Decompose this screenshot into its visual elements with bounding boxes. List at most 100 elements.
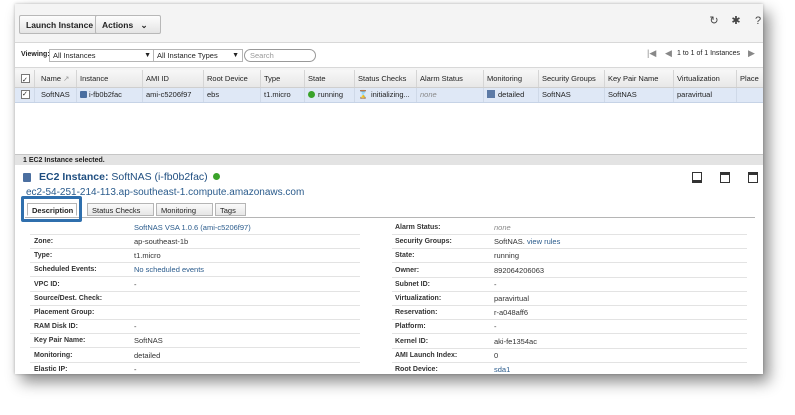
- instances-table: Name ↗ Instance AMI ID Root Device Type …: [15, 70, 763, 154]
- column-header-instance[interactable]: Instance: [77, 70, 143, 87]
- view-rules-link[interactable]: view rules: [527, 235, 560, 249]
- detail-key: Root Device:: [395, 366, 438, 373]
- detail-value: none: [494, 223, 511, 232]
- detail-key: State:: [395, 252, 415, 260]
- column-header-ami-id[interactable]: AMI ID: [143, 70, 204, 87]
- cell-state: running: [305, 88, 355, 102]
- dropdown-arrow-icon: ▼: [232, 52, 239, 59]
- dropdown-arrow-icon: ▼: [144, 52, 151, 59]
- first-page-icon[interactable]: |◀: [647, 48, 656, 59]
- detail-value: -: [494, 279, 497, 289]
- cell-type: t1.micro: [261, 88, 305, 102]
- detail-row: Virtualization: paravirtual: [15, 292, 763, 306]
- maximize-icon[interactable]: [748, 172, 758, 183]
- cell-status-checks: ⌛ initializing...: [355, 88, 417, 102]
- launch-instance-button[interactable]: Launch Instance: [19, 15, 101, 34]
- help-icon[interactable]: ?: [752, 15, 763, 27]
- monitoring-icon: [487, 90, 495, 99]
- detail-key: Alarm Status:: [395, 224, 441, 231]
- dock-bottom-icon[interactable]: [692, 172, 702, 183]
- detail-key: Virtualization:: [395, 295, 442, 302]
- detail-row: Subnet ID: -: [15, 278, 763, 292]
- running-status-icon: [308, 90, 315, 98]
- ec2-console-panel: Launch Instance Actions ⌄ ↻ ✱ ? Viewing:…: [15, 4, 763, 374]
- checkbox[interactable]: [21, 88, 30, 102]
- detail-row: Owner: 892064206063: [15, 264, 763, 278]
- chevron-down-icon: ⌄: [140, 20, 148, 30]
- filter-bar: Viewing: All Instances ▼ All Instance Ty…: [15, 42, 763, 68]
- detail-key: Platform:: [395, 323, 426, 331]
- detail-row: Kernel ID: aki-fe1354ac: [15, 335, 763, 349]
- detail-row: AMI Launch Index: 0: [15, 349, 763, 363]
- instance-icon: [80, 90, 87, 98]
- state-text: running: [318, 90, 344, 99]
- column-header-key-pair-name[interactable]: Key Pair Name: [605, 70, 674, 87]
- detail-value: 0: [494, 350, 499, 360]
- column-header-type[interactable]: Type: [261, 70, 305, 87]
- column-header-name[interactable]: Name ↗: [35, 70, 77, 87]
- detail-key: Kernel ID:: [395, 337, 429, 345]
- detail-key: Owner:: [395, 266, 420, 274]
- prev-page-icon[interactable]: ◀: [665, 48, 672, 59]
- cell-key-pair-name: SoftNAS: [605, 88, 674, 102]
- column-header-monitoring[interactable]: Monitoring: [484, 70, 539, 87]
- table-header: Name ↗ Instance AMI ID Root Device Type …: [15, 70, 763, 88]
- column-label: Name: [41, 74, 62, 83]
- toolbar: Launch Instance Actions ⌄ ↻ ✱ ?: [15, 4, 763, 40]
- column-header-security-groups[interactable]: Security Groups: [539, 70, 605, 87]
- next-page-icon[interactable]: ▶: [748, 48, 755, 59]
- column-header-alarm-status[interactable]: Alarm Status: [417, 70, 484, 87]
- detail-value: paravirtual: [494, 294, 530, 303]
- dock-top-icon[interactable]: [720, 172, 730, 183]
- detail-row: Reservation: r-a048aff6: [15, 306, 763, 321]
- pagination-text: 1 to 1 of 1 Instances: [677, 50, 741, 57]
- detail-row: Alarm Status: none: [15, 221, 763, 235]
- detail-row: Platform: -: [15, 320, 763, 335]
- detail-value: r-a048aff6: [494, 308, 529, 318]
- instance-id: i-fb0b2fac: [89, 90, 122, 99]
- detail-value: 892064206063: [494, 265, 545, 275]
- tab-status-checks[interactable]: Status Checks: [87, 203, 154, 216]
- running-status-icon: [212, 172, 220, 180]
- monitoring-text: detailed: [498, 90, 525, 99]
- row-checkbox-cell[interactable]: [15, 88, 35, 102]
- cell-ami-id: ami-c5206f97: [143, 88, 204, 102]
- detail-key: Reservation:: [395, 309, 438, 317]
- details-title: EC2 Instance: SoftNAS (i-fb0b2fac): [39, 171, 223, 183]
- table-row[interactable]: SoftNAS i-fb0b2fac ami-c5206f97 ebs t1.m…: [15, 88, 763, 103]
- actions-button[interactable]: Actions ⌄: [95, 15, 161, 34]
- cell-alarm-status: none: [417, 88, 484, 102]
- select-all-checkbox[interactable]: [15, 70, 35, 87]
- details-title-prefix: EC2 Instance:: [39, 171, 109, 183]
- search-input[interactable]: Search: [244, 49, 316, 62]
- details-title-name: SoftNAS (i-fb0b2fac): [111, 171, 208, 183]
- column-header-status-checks[interactable]: Status Checks: [355, 70, 417, 87]
- instance-icon: [23, 173, 31, 182]
- column-header-root-device[interactable]: Root Device: [204, 70, 261, 87]
- hourglass-icon: ⌛: [358, 90, 368, 99]
- cell-security-groups: SoftNAS: [539, 88, 605, 102]
- tab-monitoring[interactable]: Monitoring: [156, 203, 213, 216]
- column-header-placement[interactable]: Place: [737, 70, 763, 87]
- detail-value: running: [494, 251, 520, 261]
- instance-types-value: All Instance Types: [157, 51, 218, 60]
- detail-value[interactable]: sda1: [494, 363, 510, 374]
- instances-filter-select[interactable]: All Instances ▼: [49, 49, 155, 62]
- refresh-icon[interactable]: ↻: [708, 15, 720, 27]
- instances-filter-value: All Instances: [53, 51, 96, 60]
- sort-icon: ↗: [63, 74, 70, 83]
- instance-details-pane: EC2 Instance: SoftNAS (i-fb0b2fac) ec2-5…: [15, 165, 763, 374]
- cell-instance: i-fb0b2fac: [77, 88, 143, 102]
- cell-monitoring: detailed: [484, 88, 539, 102]
- tab-tags[interactable]: Tags: [215, 203, 246, 216]
- checkbox[interactable]: [21, 72, 30, 87]
- instance-types-select[interactable]: All Instance Types ▼: [153, 49, 243, 62]
- cell-root-device: ebs: [204, 88, 261, 102]
- gear-icon[interactable]: ✱: [730, 15, 742, 27]
- tab-divider: [25, 217, 755, 218]
- cell-placement: [737, 88, 763, 102]
- column-header-state[interactable]: State: [305, 70, 355, 87]
- detail-row: Root Device: sda1: [15, 363, 763, 374]
- status-checks-text: initializing...: [370, 90, 410, 99]
- column-header-virtualization[interactable]: Virtualization: [674, 70, 737, 87]
